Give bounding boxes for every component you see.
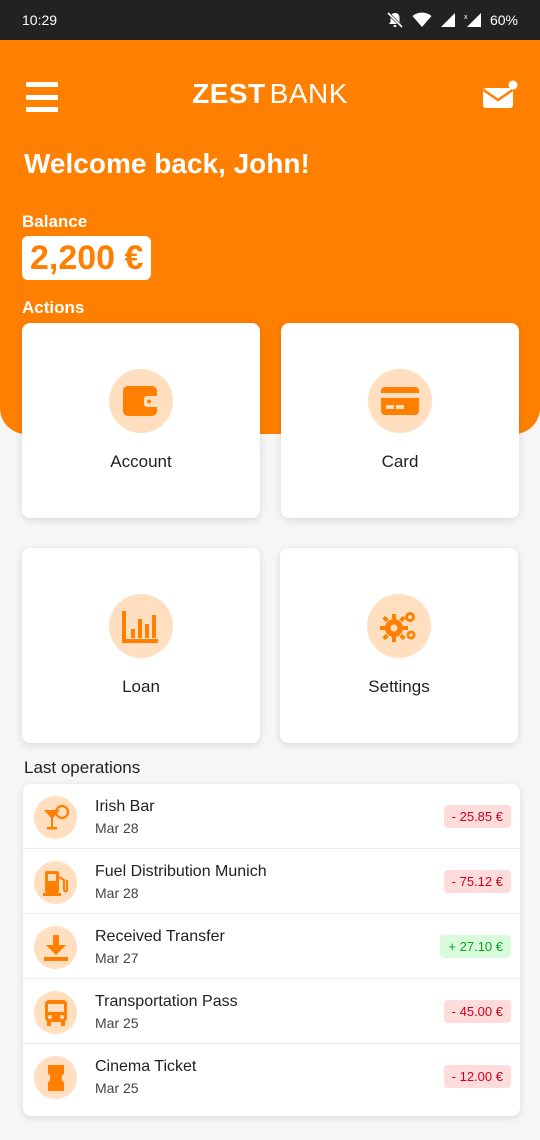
download-icon <box>34 926 77 969</box>
action-loan-label: Loan <box>122 677 160 696</box>
welcome-title: Welcome back, John! <box>24 148 310 179</box>
notifications-muted-icon <box>386 11 404 29</box>
mail-icon[interactable] <box>482 80 518 110</box>
operation-date: Mar 25 <box>95 1080 139 1096</box>
action-settings-label: Settings <box>368 677 430 696</box>
action-account-button[interactable]: Account <box>22 323 260 518</box>
operation-name: Cinema Ticket <box>95 1058 197 1075</box>
status-bar: 10:29 x 60% <box>0 0 540 40</box>
balance-label: Balance <box>22 212 88 231</box>
ticket-icon <box>34 1056 77 1099</box>
operation-date: Mar 28 <box>95 820 139 836</box>
operation-row[interactable]: Transportation Pass Mar 25 - 45.00 € <box>23 979 520 1044</box>
operation-name: Irish Bar <box>95 798 155 815</box>
operation-date: Mar 27 <box>95 950 139 966</box>
action-card-button[interactable]: Card <box>281 323 519 518</box>
gears-icon <box>367 594 431 658</box>
brand-logo: ZEST BANK <box>0 78 540 110</box>
status-icons: x 60% <box>386 11 518 29</box>
operation-amount-badge: - 25.85 € <box>443 805 511 828</box>
operation-row[interactable]: Fuel Distribution Munich Mar 28 - 75.12 … <box>23 849 520 914</box>
cocktail-icon <box>34 796 77 839</box>
action-settings-button[interactable]: Settings <box>280 548 518 743</box>
operation-row[interactable]: Irish Bar Mar 28 - 25.85 € <box>23 784 520 849</box>
operation-amount-badge: - 12.00 € <box>443 1065 511 1088</box>
operation-row[interactable]: Received Transfer Mar 27 + 27.10 € <box>23 914 520 979</box>
svg-text:x: x <box>464 14 468 21</box>
action-card-label: Card <box>381 452 419 471</box>
balance-value: 2,200 € <box>22 236 152 280</box>
operations-list: Irish Bar Mar 28 - 25.85 € Fuel Distribu… <box>23 784 520 1116</box>
wallet-icon <box>109 369 173 433</box>
status-time: 10:29 <box>22 12 58 28</box>
bar-chart-icon <box>109 594 173 658</box>
action-loan-button[interactable]: Loan <box>22 548 260 743</box>
operation-name: Received Transfer <box>95 928 225 945</box>
operation-amount-badge: + 27.10 € <box>440 935 511 958</box>
operation-date: Mar 28 <box>95 885 139 901</box>
signal-roaming-icon: x <box>464 12 482 28</box>
brand-logo-bank: BANK <box>269 78 348 109</box>
gas-pump-icon <box>34 861 77 904</box>
last-operations-title: Last operations <box>24 758 141 777</box>
operation-amount-badge: - 75.12 € <box>443 870 511 893</box>
actions-label: Actions <box>22 298 85 317</box>
operation-date: Mar 25 <box>95 1015 139 1031</box>
brand-logo-zest: ZEST <box>192 78 266 109</box>
operation-name: Fuel Distribution Munich <box>95 863 267 880</box>
action-account-label: Account <box>110 452 172 471</box>
credit-card-icon <box>368 369 432 433</box>
battery-text: 60% <box>489 12 518 28</box>
bus-icon <box>34 991 77 1034</box>
wifi-icon <box>412 12 432 28</box>
signal-icon <box>440 12 456 28</box>
operation-amount-badge: - 45.00 € <box>443 1000 511 1023</box>
operation-row[interactable]: Cinema Ticket Mar 25 - 12.00 € <box>23 1044 520 1109</box>
operation-name: Transportation Pass <box>95 993 238 1010</box>
